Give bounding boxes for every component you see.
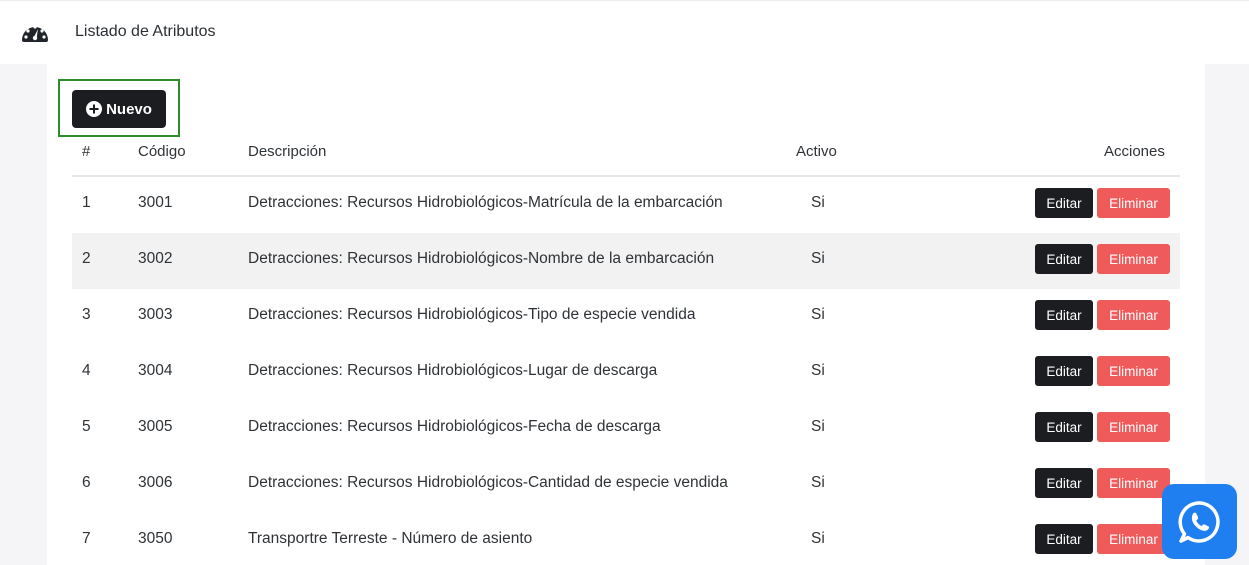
column-header-actions: Acciones: [1104, 143, 1165, 160]
delete-button[interactable]: Eliminar: [1097, 244, 1170, 274]
row-active: Si: [811, 194, 825, 211]
new-button-label: Nuevo: [106, 100, 152, 118]
edit-button[interactable]: Editar: [1035, 524, 1093, 554]
delete-button[interactable]: Eliminar: [1097, 188, 1170, 218]
row-code: 3003: [138, 306, 173, 323]
row-code: 3050: [138, 530, 173, 547]
row-number: 6: [82, 474, 91, 491]
delete-button[interactable]: Eliminar: [1097, 412, 1170, 442]
edit-button[interactable]: Editar: [1035, 244, 1093, 274]
tachometer-icon: [22, 25, 48, 42]
edit-button[interactable]: Editar: [1035, 468, 1093, 498]
row-active: Si: [811, 418, 825, 435]
row-code: 3002: [138, 250, 173, 267]
row-code: 3001: [138, 194, 173, 211]
column-header-code: Código: [138, 143, 186, 160]
row-number: 4: [82, 362, 91, 379]
row-description: Transportre Terreste - Número de asiento: [248, 530, 533, 547]
row-active: Si: [811, 306, 825, 323]
row-description: Detracciones: Recursos Hidrobiológicos-C…: [248, 474, 728, 491]
page-title: Listado de Atributos: [75, 23, 216, 40]
row-number: 7: [82, 530, 91, 547]
column-header-description: Descripción: [248, 143, 327, 160]
row-number: 3: [82, 306, 91, 323]
edit-button[interactable]: Editar: [1035, 188, 1093, 218]
delete-button[interactable]: Eliminar: [1097, 300, 1170, 330]
table-row: 7 3050 Transportre Terreste - Número de …: [72, 513, 1180, 565]
top-bar: Listado de Atributos: [0, 0, 1249, 64]
row-code: 3006: [138, 474, 173, 491]
row-description: Detracciones: Recursos Hidrobiológicos-L…: [248, 362, 658, 379]
row-code: 3005: [138, 418, 173, 435]
row-description: Detracciones: Recursos Hidrobiológicos-F…: [248, 418, 661, 435]
row-description: Detracciones: Recursos Hidrobiológicos-N…: [248, 250, 715, 267]
plus-circle-icon: [86, 101, 103, 117]
row-description: Detracciones: Recursos Hidrobiológicos-M…: [248, 194, 723, 211]
edit-button[interactable]: Editar: [1035, 356, 1093, 386]
table-row: 6 3006 Detracciones: Recursos Hidrobioló…: [72, 457, 1180, 513]
edit-button[interactable]: Editar: [1035, 412, 1093, 442]
table-row: 1 3001 Detracciones: Recursos Hidrobioló…: [72, 177, 1180, 233]
row-active: Si: [811, 362, 825, 379]
whatsapp-icon: [1177, 500, 1220, 543]
delete-button[interactable]: Eliminar: [1097, 468, 1170, 498]
edit-button[interactable]: Editar: [1035, 300, 1093, 330]
row-description: Detracciones: Recursos Hidrobiológicos-T…: [248, 306, 696, 323]
table-row: 5 3005 Detracciones: Recursos Hidrobioló…: [72, 401, 1180, 457]
row-number: 2: [82, 250, 91, 267]
delete-button[interactable]: Eliminar: [1097, 356, 1170, 386]
column-header-active: Activo: [796, 143, 837, 160]
whatsapp-button[interactable]: [1162, 484, 1237, 559]
delete-button[interactable]: Eliminar: [1097, 524, 1170, 554]
new-button[interactable]: Nuevo: [72, 90, 166, 128]
table-row: 2 3002 Detracciones: Recursos Hidrobioló…: [72, 233, 1180, 289]
row-active: Si: [811, 530, 825, 547]
table-row: 4 3004 Detracciones: Recursos Hidrobioló…: [72, 345, 1180, 401]
table-row: 3 3003 Detracciones: Recursos Hidrobioló…: [72, 289, 1180, 345]
row-code: 3004: [138, 362, 173, 379]
row-number: 1: [82, 194, 91, 211]
column-header-number: #: [82, 143, 91, 160]
row-number: 5: [82, 418, 91, 435]
row-active: Si: [811, 250, 825, 267]
row-active: Si: [811, 474, 825, 491]
